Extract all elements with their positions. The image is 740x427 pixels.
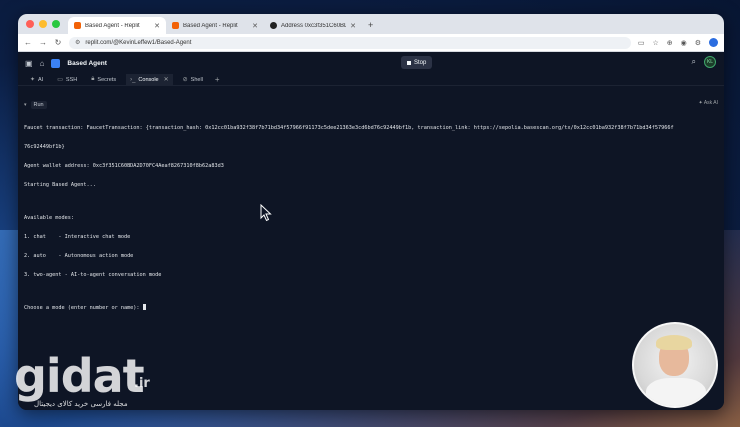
tab-shell[interactable]: ⊘ Shell <box>179 74 207 86</box>
extension-icon[interactable]: ◉ <box>681 39 687 47</box>
repl-avatar <box>51 58 61 68</box>
stop-label: Stop <box>414 59 427 66</box>
search-icon[interactable]: ⌕ <box>692 57 696 67</box>
sidebar-toggle-icon[interactable]: ▣ <box>25 59 33 68</box>
tab-label: Secrets <box>97 76 117 83</box>
close-tab-icon[interactable]: ✕ <box>252 22 258 30</box>
tab-label: AI <box>38 76 44 83</box>
extension-icon[interactable]: ⊕ <box>667 39 673 47</box>
console-line: 76c92449bf1b} <box>24 144 65 151</box>
console-prompt: Choose a mode (enter number or name): <box>24 305 143 312</box>
console-line: Faucet transaction: FaucetTransaction: {… <box>24 124 674 131</box>
browser-actions: ▭ ☆ ⊕ ◉ ⚙ <box>638 38 718 47</box>
address-bar-row: ← → ↻ ⚙ replit.com/@KevinLeffew1/Based-A… <box>18 34 724 52</box>
watermark-tld: .ir <box>134 376 150 391</box>
watermark-brand: gidat <box>14 349 145 403</box>
tab-label: SSH <box>65 76 78 83</box>
reload-icon[interactable]: ↻ <box>54 38 62 47</box>
tab-ssh[interactable]: ▭ SSH <box>53 74 81 86</box>
console-output[interactable]: Faucet transaction: FaucetTransaction: {… <box>24 112 722 324</box>
url-field[interactable]: ⚙ replit.com/@KevinLeffew1/Based-Agent <box>69 36 631 49</box>
stop-icon <box>407 60 411 65</box>
bookmark-star-icon[interactable]: ☆ <box>652 39 658 47</box>
cast-icon[interactable]: ▭ <box>638 39 645 47</box>
user-avatar[interactable]: KL <box>704 56 716 68</box>
maximize-window-button[interactable] <box>52 20 60 28</box>
home-icon[interactable]: ⌂ <box>40 59 45 68</box>
window-controls <box>18 20 68 34</box>
replit-favicon-icon <box>172 22 179 29</box>
tab-title: Based Agent - Replit <box>85 22 140 29</box>
explorer-favicon-icon <box>270 22 277 29</box>
run-row: ▾ Run ✦ Ask AI <box>24 100 718 109</box>
site-info-icon[interactable]: ⚙ <box>75 39 80 46</box>
close-tab-icon[interactable]: ✕ <box>164 76 169 83</box>
ai-icon: ✦ <box>30 77 36 83</box>
add-tab-button[interactable]: + <box>215 75 220 84</box>
forward-arrow-icon[interactable]: → <box>39 38 47 47</box>
site-watermark: gidat .ir مجله فارسی خرید کالای دیجیتال <box>14 352 164 412</box>
replit-favicon-icon <box>74 22 81 29</box>
text-cursor <box>142 304 146 311</box>
tab-label: Console <box>138 76 159 83</box>
shell-icon: ⊘ <box>182 77 188 83</box>
close-tab-icon[interactable]: ✕ <box>350 22 356 30</box>
pane-tab-bar: ✦ AI ▭ SSH 🔒︎ Secrets ›_ Console ✕ ⊘ She… <box>18 73 724 86</box>
ask-ai-label: Ask AI <box>703 100 718 106</box>
browser-tab-3[interactable]: Address 0xc3f351C60BDA2( ✕ <box>264 17 362 34</box>
new-tab-button[interactable]: + <box>362 20 379 34</box>
tab-label: Shell <box>190 76 203 83</box>
tab-title: Address 0xc3f351C60BDA2( <box>281 22 346 29</box>
url-text: replit.com/@KevinLeffew1/Based-Agent <box>85 39 192 46</box>
console-line: 1. chat - Interactive chat mode <box>24 233 131 240</box>
ask-ai-button[interactable]: ✦ Ask AI <box>699 100 719 106</box>
console-prompt-line[interactable]: Choose a mode (enter number or name): <box>24 304 722 311</box>
browser-tab-2[interactable]: Based Agent - Replit ✕ <box>166 17 264 34</box>
tab-secrets[interactable]: 🔒︎ Secrets <box>87 74 120 86</box>
webcam-hair <box>656 335 692 350</box>
tab-ai[interactable]: ✦ AI <box>26 74 47 86</box>
tab-title: Based Agent - Replit <box>183 22 238 29</box>
webcam-shirt <box>646 378 706 406</box>
profile-avatar[interactable] <box>709 38 718 47</box>
lock-icon: 🔒︎ <box>91 76 95 82</box>
console-line: Available modes: <box>24 214 74 221</box>
repl-name[interactable]: Based Agent <box>67 60 107 67</box>
watermark-tagline: مجله فارسی خرید کالای دیجیتال <box>34 400 128 408</box>
console-line: 3. two-agent - AI-to-agent conversation … <box>24 272 162 279</box>
ssh-icon: ▭ <box>57 77 63 83</box>
run-label[interactable]: Run <box>30 100 47 109</box>
replit-header: ▣ ⌂ Based Agent Stop ⌕ KL <box>18 52 724 74</box>
header-right: ⌕ KL <box>692 56 716 68</box>
chevron-down-icon[interactable]: ▾ <box>24 102 27 108</box>
stop-button[interactable]: Stop <box>401 56 433 69</box>
tab-bar: Based Agent - Replit ✕ Based Agent - Rep… <box>18 14 724 34</box>
close-tab-icon[interactable]: ✕ <box>154 22 160 30</box>
mouse-pointer-icon <box>260 204 272 222</box>
console-line: Starting Based Agent... <box>24 182 96 189</box>
browser-tab-1[interactable]: Based Agent - Replit ✕ <box>68 17 166 34</box>
back-arrow-icon[interactable]: ← <box>24 38 32 47</box>
minimize-window-button[interactable] <box>39 20 47 28</box>
terminal-icon: ›_ <box>130 76 136 83</box>
presenter-webcam <box>632 322 718 408</box>
console-line: 2. auto - Autonomous action mode <box>24 252 134 259</box>
close-window-button[interactable] <box>26 20 34 28</box>
tab-console[interactable]: ›_ Console ✕ <box>126 73 173 86</box>
settings-icon[interactable]: ⚙ <box>695 39 701 47</box>
console-line: Agent wallet address: 0xc3f351C60BDA2D70… <box>24 163 224 170</box>
